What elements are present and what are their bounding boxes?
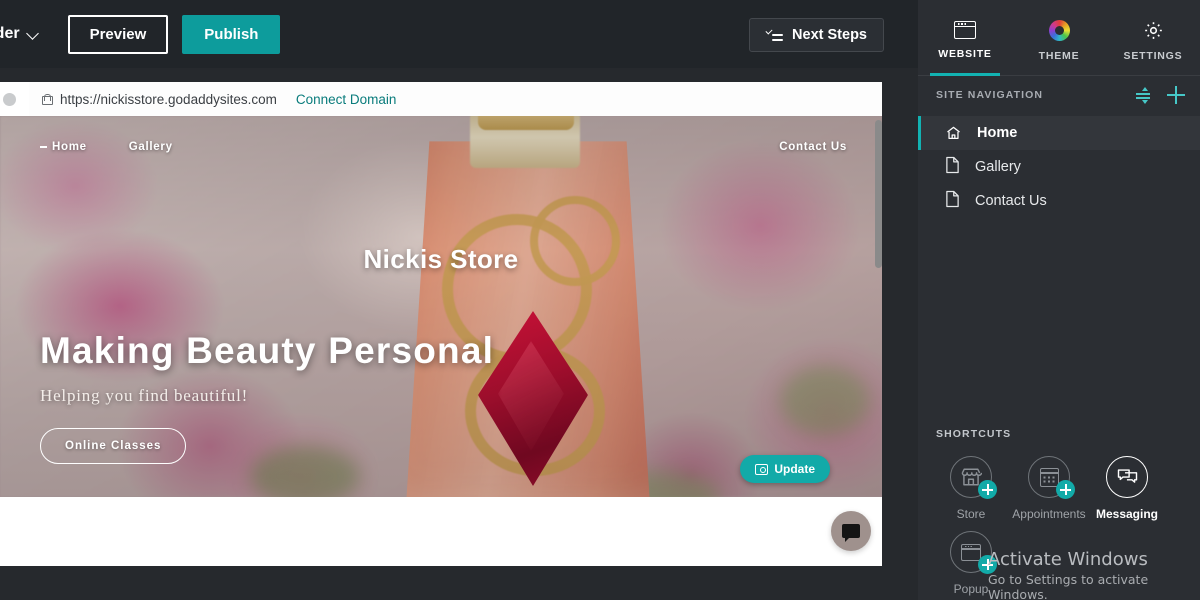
shortcut-messaging[interactable]: Messaging [1088, 456, 1166, 521]
builder-menu[interactable]: uilder [0, 25, 40, 43]
page-icon [945, 156, 960, 178]
sidebar-item-gallery[interactable]: Gallery [918, 150, 1200, 184]
next-steps-button[interactable]: Next Steps [749, 18, 884, 52]
site-navigation-bar: Home Gallery Contact Us [0, 134, 882, 160]
hero-heading[interactable]: Making Beauty Personal [40, 330, 494, 372]
chat-bubble-icon [842, 524, 860, 542]
calendar-icon [1039, 467, 1059, 487]
add-badge-icon[interactable] [978, 555, 997, 574]
shortcut-popup-label: Popup [953, 582, 989, 596]
site-title[interactable]: Nickis Store [0, 244, 882, 275]
site-nav-home[interactable]: Home [40, 141, 87, 153]
browser-dot [3, 92, 16, 106]
editor-side-panel: WEBSITE THEME SETTINGS SITE NAVIGATION H… [918, 0, 1200, 600]
shortcut-store-label: Store [956, 507, 986, 521]
chevron-down-icon [27, 28, 40, 41]
popup-window-icon [961, 543, 981, 561]
gear-icon [1143, 20, 1164, 41]
active-dash-icon [40, 146, 47, 148]
tab-theme-label: THEME [1038, 49, 1080, 62]
site-preview-viewport[interactable]: Home Gallery Contact Us Nickis Store Mak… [0, 116, 882, 566]
sidebar-item-gallery-label: Gallery [975, 159, 1021, 175]
hero-subheading[interactable]: Helping you find beautiful! [40, 386, 494, 406]
home-icon [945, 125, 962, 141]
site-navigation-header: SITE NAVIGATION [918, 76, 1200, 114]
preview-button[interactable]: Preview [67, 14, 169, 54]
shortcut-popup[interactable]: Popup [932, 531, 1010, 596]
shortcut-popup-circle [950, 531, 997, 574]
tab-website[interactable]: WEBSITE [918, 0, 1012, 75]
tab-theme[interactable]: THEME [1012, 0, 1106, 75]
color-wheel-icon [1048, 19, 1070, 41]
shortcut-appointments-circle [1028, 456, 1075, 499]
site-nav-gallery[interactable]: Gallery [129, 141, 173, 153]
site-url: https://nickisstore.godaddysites.com [60, 91, 277, 107]
shortcuts-title: SHORTCUTS [936, 428, 1012, 440]
site-nav-contact-us[interactable]: Contact Us [779, 141, 847, 153]
shortcuts-grid: Store Appointments Messaging Popup [932, 456, 1192, 600]
shortcut-appointments-label: Appointments [1012, 507, 1086, 521]
site-navigation-title: SITE NAVIGATION [936, 89, 1044, 101]
online-classes-button[interactable]: Online Classes [40, 428, 187, 464]
sidebar-item-home[interactable]: Home [918, 116, 1200, 150]
publish-button[interactable]: Publish [182, 14, 281, 54]
shortcut-appointments[interactable]: Appointments [1010, 456, 1088, 521]
shortcut-store-circle [950, 456, 997, 499]
site-nav-home-label: Home [52, 141, 87, 153]
lock-icon [42, 93, 53, 105]
sidebar-item-contact-us-label: Contact Us [975, 193, 1047, 209]
browser-url-bar: https://nickisstore.godaddysites.com Con… [0, 82, 882, 116]
sort-reorder-icon[interactable] [1134, 86, 1152, 104]
preview-white-band [0, 497, 882, 566]
shortcut-messaging-circle [1106, 456, 1148, 498]
update-label: Update [774, 462, 815, 476]
plus-icon[interactable] [1166, 85, 1186, 105]
add-badge-icon[interactable] [978, 480, 997, 499]
hero-copy-block: Making Beauty Personal Helping you find … [40, 330, 494, 464]
browser-window-icon [954, 21, 976, 39]
camera-icon [755, 463, 769, 475]
sidebar-item-contact-us[interactable]: Contact Us [918, 184, 1200, 218]
shortcut-messaging-label: Messaging [1095, 507, 1158, 521]
checklist-icon [765, 27, 784, 42]
preview-scrollbar[interactable] [875, 120, 882, 268]
hero-section[interactable]: Home Gallery Contact Us Nickis Store Mak… [0, 116, 882, 497]
tab-website-label: WEBSITE [938, 48, 992, 60]
connect-domain-link[interactable]: Connect Domain [296, 92, 397, 107]
builder-menu-label: uilder [0, 25, 20, 42]
tab-settings[interactable]: SETTINGS [1106, 0, 1200, 75]
url-field[interactable]: https://nickisstore.godaddysites.com Con… [29, 82, 882, 116]
editor-area: uilder Preview Publish Next Steps https:… [0, 0, 918, 600]
chat-widget-button[interactable] [831, 511, 871, 551]
panel-tab-bar: WEBSITE THEME SETTINGS [918, 0, 1200, 76]
tab-settings-label: SETTINGS [1123, 49, 1183, 62]
messages-icon [1117, 468, 1138, 486]
next-steps-label: Next Steps [792, 27, 867, 43]
editor-topbar: uilder Preview Publish Next Steps [0, 0, 918, 68]
sidebar-item-home-label: Home [977, 125, 1018, 141]
add-badge-icon[interactable] [1056, 480, 1075, 499]
page-icon [945, 190, 960, 212]
shortcut-store[interactable]: Store [932, 456, 1010, 521]
godaddy-website-builder-app: uilder Preview Publish Next Steps https:… [0, 0, 1200, 600]
site-navigation-list: Home Gallery Contact Us [918, 116, 1200, 218]
update-image-button[interactable]: Update [740, 455, 830, 483]
